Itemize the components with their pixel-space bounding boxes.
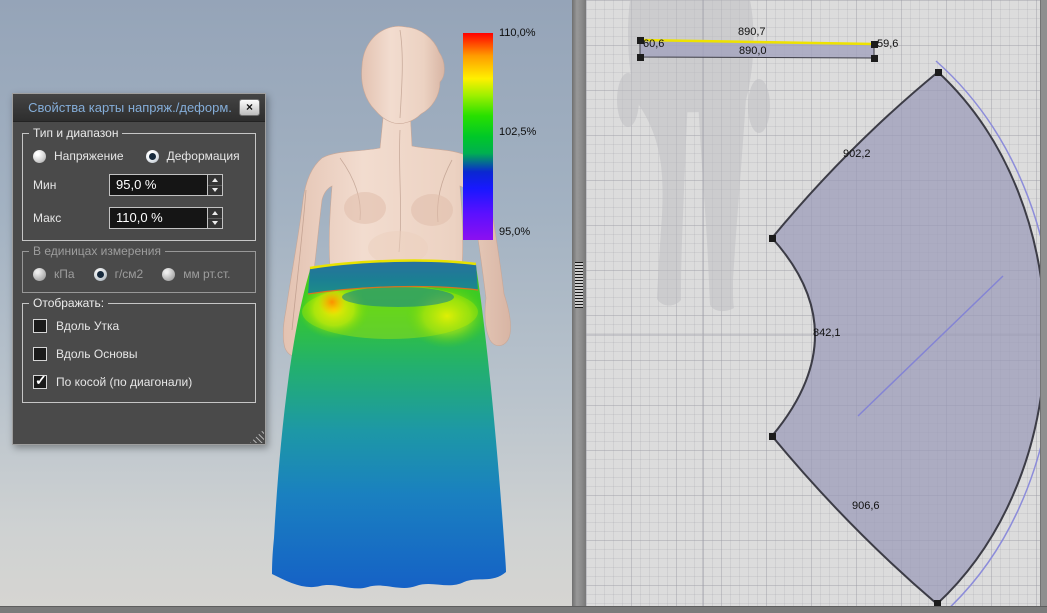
- radio-label: мм рт.ст.: [183, 267, 231, 281]
- min-input[interactable]: 95,0 %: [109, 174, 223, 196]
- radio-stress[interactable]: Напряжение: [33, 149, 124, 163]
- skirt-waist-edge-label: 842,1: [813, 327, 841, 339]
- skirt-bottom-edge-label: 906,6: [852, 500, 880, 512]
- max-input[interactable]: 110,0 %: [109, 207, 223, 229]
- radio-selected-icon: [93, 267, 107, 281]
- max-spinner: [207, 208, 222, 228]
- checkbox-icon: [33, 319, 47, 333]
- group-legend: Отображать:: [29, 296, 109, 310]
- radio-label: кПа: [54, 267, 75, 281]
- color-scale-max-label: 110,0%: [499, 27, 536, 39]
- checkbox-along-warp[interactable]: Вдоль Основы: [33, 347, 245, 361]
- mannequin-head[interactable]: [361, 25, 445, 124]
- panel-splitter[interactable]: [572, 0, 586, 606]
- skirt-top-edge-label: 902,2: [843, 148, 871, 160]
- spinner-down-button[interactable]: [208, 184, 222, 195]
- group-legend: Тип и диапазон: [29, 126, 123, 140]
- group-display-options: Отображать: Вдоль Утка Вдоль Основы ✓ По…: [22, 296, 256, 403]
- check-icon: ✓: [35, 372, 47, 388]
- checkbox-bias-diagonal[interactable]: ✓ По косой (по диагонали): [33, 372, 245, 389]
- close-icon[interactable]: ×: [239, 99, 260, 116]
- application-window: 110,0% 102,5% 95,0% Свойства карты напря…: [0, 0, 1047, 613]
- spinner-up-icon: [212, 210, 218, 215]
- radio-label: Напряжение: [54, 149, 124, 163]
- spinner-up-icon: [212, 177, 218, 182]
- dialog-resize-grip[interactable]: [250, 429, 264, 443]
- radio-selected-icon: [145, 149, 159, 163]
- waistband-left-height-label: 60,6: [643, 38, 665, 50]
- radio-label: Деформация: [166, 149, 240, 163]
- splitter-grip-icon: [575, 262, 583, 308]
- checkbox-along-weft[interactable]: Вдоль Утка: [33, 319, 245, 333]
- dialog-body: Тип и диапазон Напряжение Деформация Мин: [13, 122, 265, 403]
- radio-kpa[interactable]: кПа: [33, 267, 75, 281]
- dialog-title: Свойства карты напряж./деформ.: [28, 100, 232, 115]
- radio-icon: [33, 149, 46, 163]
- checkbox-label: По косой (по диагонали): [56, 375, 193, 389]
- pattern-2d-viewport[interactable]: 890,7 890,0 60,6 59,6 902,2 842,1 906,6: [586, 0, 1040, 606]
- radio-mmhg[interactable]: мм рт.ст.: [162, 267, 230, 281]
- group-legend: В единицах измерения: [29, 244, 165, 258]
- waistband-bottom-length-label: 890,0: [739, 45, 767, 57]
- spinner-up-button[interactable]: [208, 208, 222, 218]
- waistband-top-length-label: 890,7: [738, 26, 766, 38]
- radio-icon: [162, 267, 176, 281]
- max-label: Макс: [33, 211, 62, 225]
- spinner-down-icon: [212, 221, 218, 226]
- color-scale-mid-label: 102,5%: [499, 126, 537, 138]
- strain-color-scale: [463, 33, 493, 240]
- min-value: 95,0 %: [116, 177, 157, 192]
- window-right-border: [1040, 0, 1047, 613]
- group-type-and-range: Тип и диапазон Напряжение Деформация Мин: [22, 126, 256, 241]
- radio-strain[interactable]: Деформация: [145, 149, 240, 163]
- spinner-up-button[interactable]: [208, 175, 222, 185]
- color-scale-min-label: 95,0%: [499, 226, 531, 238]
- 3d-viewport[interactable]: 110,0% 102,5% 95,0% Свойства карты напря…: [0, 0, 572, 606]
- stress-strain-map-properties-dialog: Свойства карты напряж./деформ. × Тип и д…: [12, 93, 266, 445]
- group-measurement-units: В единицах измерения кПа г/см2 мм рт.ст.: [22, 244, 256, 293]
- checkbox-label: Вдоль Основы: [56, 347, 138, 361]
- spinner-down-button[interactable]: [208, 217, 222, 228]
- radio-icon: [33, 267, 46, 281]
- checkbox-label: Вдоль Утка: [56, 319, 120, 333]
- dialog-titlebar[interactable]: Свойства карты напряж./деформ. ×: [13, 94, 265, 122]
- min-label: Мин: [33, 178, 57, 192]
- min-spinner: [207, 175, 222, 195]
- waistband-right-height-label: 59,6: [877, 38, 899, 50]
- checkbox-icon: [33, 347, 47, 361]
- spinner-down-icon: [212, 188, 218, 193]
- radio-g-cm2[interactable]: г/см2: [93, 267, 144, 281]
- skirt-strain-map[interactable]: [272, 262, 506, 589]
- radio-label: г/см2: [114, 267, 144, 281]
- checkbox-checked-icon: ✓: [33, 372, 47, 389]
- window-bottom-border: [0, 606, 1047, 613]
- max-value: 110,0 %: [116, 210, 163, 225]
